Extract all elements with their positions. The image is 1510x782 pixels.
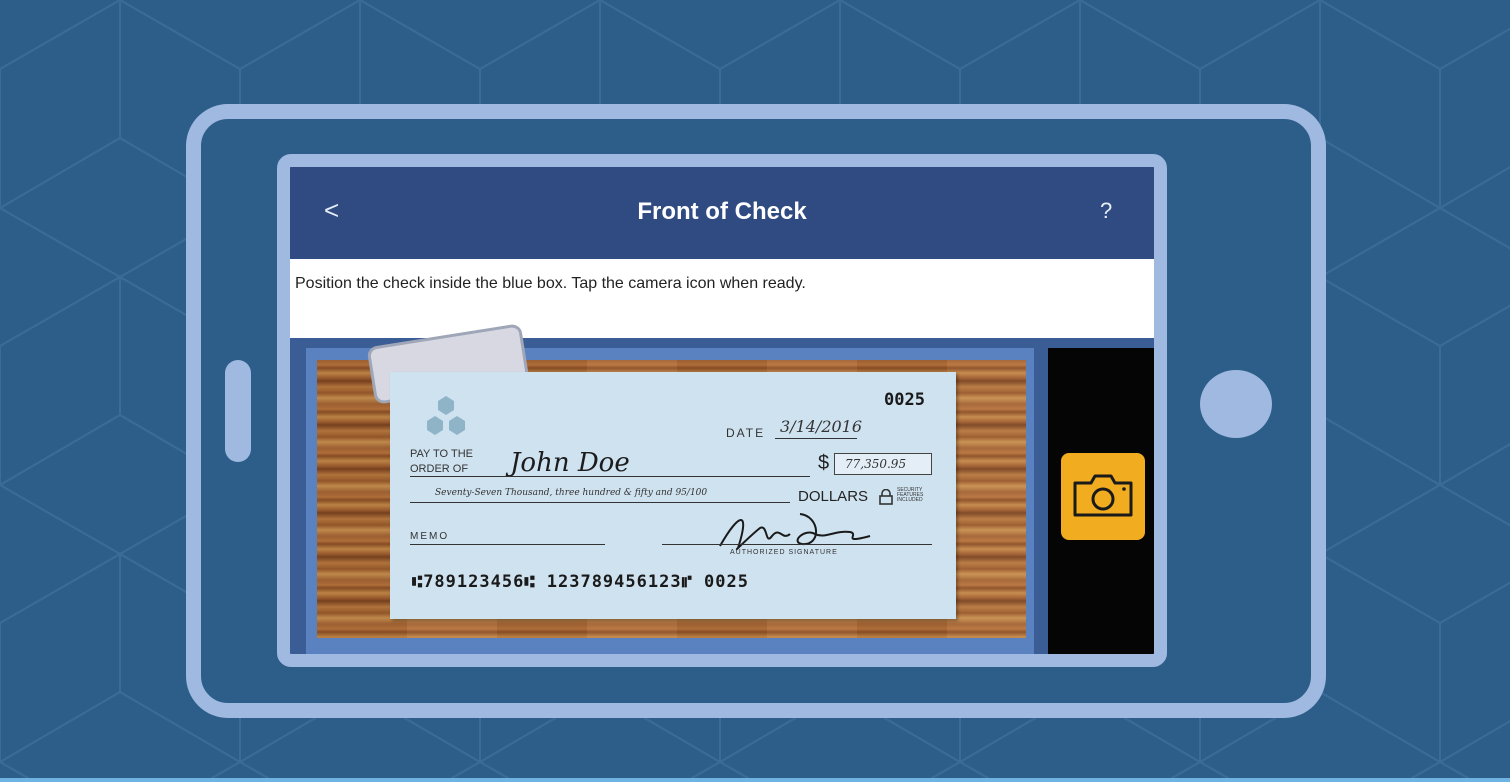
date-value: 3/14/2016: [780, 417, 863, 436]
pay-to-label-line1: PAY TO THE: [410, 448, 473, 460]
phone-side-button: [225, 360, 251, 462]
date-label: DATE: [726, 426, 766, 440]
memo-label: MEMO: [410, 531, 450, 542]
dollar-sign: $: [818, 452, 830, 474]
page-title: Front of Check: [637, 198, 807, 225]
help-button[interactable]: ?: [1100, 198, 1112, 224]
camera-capture-button[interactable]: [1061, 453, 1145, 540]
phone-home-button: [1200, 370, 1272, 438]
amount-box: 77,350.95: [834, 453, 932, 475]
hexagon-logo-icon: [427, 396, 465, 435]
pay-to-label-line2: ORDER OF: [410, 463, 469, 475]
bottom-accent-strip: [0, 778, 1510, 782]
phone-screen: < Front of Check ? Position the check in…: [277, 154, 1167, 667]
memo-line: [410, 544, 605, 545]
lock-icon: [879, 489, 893, 505]
signature-line: [662, 544, 932, 545]
check-image: 0025 DATE 3/14/2016 PAY TO THE ORDER OF …: [390, 372, 956, 619]
app-header: < Front of Check ?: [290, 167, 1154, 259]
written-amount: Seventy-Seven Thousand, three hundred & …: [435, 488, 708, 498]
dollars-label: DOLLARS: [798, 488, 869, 505]
instruction-text: Position the check inside the blue box. …: [295, 275, 806, 292]
pay-to-label: PAY TO THE ORDER OF: [410, 447, 473, 477]
authorized-signature-label: AUTHORIZED SIGNATURE: [730, 549, 838, 556]
amount-value: 77,350.95: [845, 457, 907, 471]
written-amount-line: [410, 502, 790, 503]
payee-name: John Doe: [510, 448, 630, 478]
micr-line: ⑆789123456⑆ 123789456123⑈ 0025: [412, 572, 749, 592]
date-line: [775, 438, 857, 439]
instruction-bar: Position the check inside the blue box. …: [290, 259, 1154, 338]
payee-line: [410, 476, 810, 477]
camera-icon: [1073, 474, 1133, 517]
check-number: 0025: [884, 390, 925, 410]
security-features-text: SECURITY FEATURES INCLUDED: [897, 487, 924, 503]
